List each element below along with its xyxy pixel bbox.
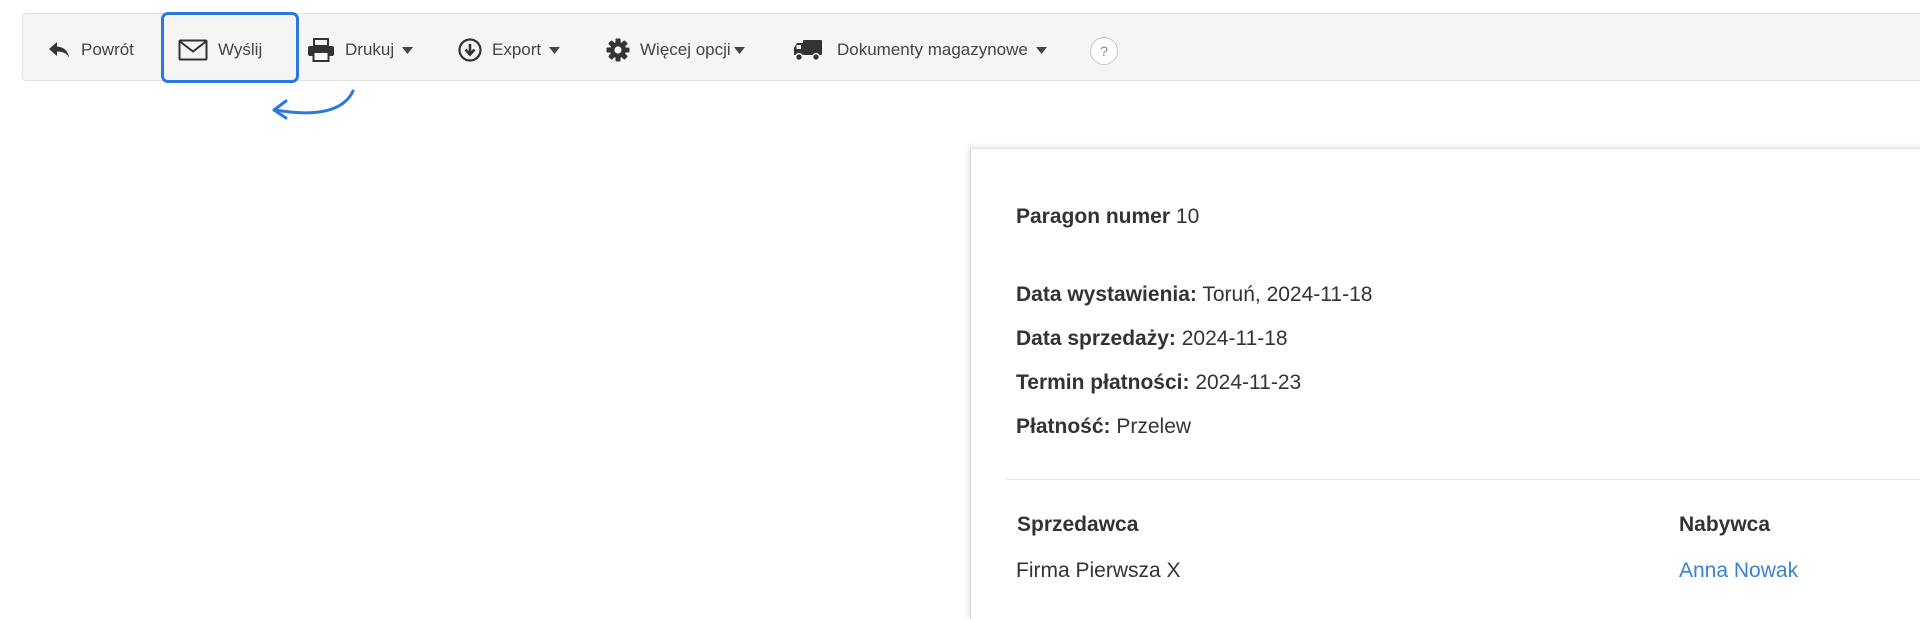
sale-date-value: 2024-11-18	[1181, 327, 1288, 350]
issue-date-label: Data wystawienia:	[1016, 283, 1197, 306]
caret-down-icon	[549, 46, 561, 54]
due-date-row: Termin płatności: 2024-11-23	[1016, 371, 1301, 395]
receipt-document: Paragon numer 10 Data wystawienia: Toruń…	[970, 148, 1920, 619]
download-circle-icon	[458, 38, 482, 62]
more-options-label: Więcej opcji	[640, 40, 731, 59]
back-label: Powrót	[81, 40, 134, 59]
sale-date-label: Data sprzedaży:	[1016, 327, 1176, 350]
curved-arrow-icon	[272, 89, 355, 120]
question-icon: ?	[1100, 43, 1108, 59]
toolbar: Powrót Wyślij Drukuj Export Więcej opcji…	[22, 13, 1920, 81]
issue-date-row: Data wystawienia: Toruń, 2024-11-18	[1016, 283, 1372, 307]
issue-date-value: Toruń, 2024-11-18	[1202, 283, 1373, 306]
truck-icon	[794, 40, 822, 62]
document-title-label: Paragon numer	[1016, 205, 1171, 228]
sale-date-row: Data sprzedaży: 2024-11-18	[1016, 327, 1288, 351]
due-date-value: 2024-11-23	[1195, 371, 1302, 394]
printer-icon	[308, 38, 334, 62]
more-options-button[interactable]: Więcej opcji	[606, 38, 745, 62]
document-title: Paragon numer 10	[1016, 205, 1199, 229]
payment-row: Płatność: Przelew	[1016, 415, 1191, 439]
warehouse-documents-label: Dokumenty magazynowe	[837, 40, 1028, 59]
payment-label: Płatność:	[1016, 415, 1111, 438]
document-number: 10	[1175, 205, 1200, 228]
send-highlight-frame	[161, 12, 299, 83]
gear-icon	[606, 38, 630, 62]
buyer-name-link[interactable]: Anna Nowak	[1679, 559, 1798, 583]
payment-value: Przelew	[1116, 415, 1192, 438]
print-button[interactable]: Drukuj	[307, 38, 414, 62]
warehouse-documents-button[interactable]: Dokumenty magazynowe	[793, 38, 1047, 62]
back-button[interactable]: Powrót	[47, 38, 134, 62]
caret-down-icon	[733, 46, 745, 54]
export-label: Export	[492, 40, 542, 59]
caret-down-icon	[1035, 46, 1047, 54]
section-divider	[1006, 479, 1920, 480]
print-label: Drukuj	[345, 40, 395, 59]
seller-name: Firma Pierwsza X	[1016, 559, 1181, 582]
buyer-heading: Nabywca	[1679, 513, 1771, 536]
reply-icon	[49, 42, 69, 58]
seller-heading: Sprzedawca	[1017, 513, 1139, 536]
export-button[interactable]: Export	[458, 38, 561, 62]
due-date-label: Termin płatności:	[1016, 371, 1190, 394]
help-button[interactable]: ?	[1090, 37, 1118, 65]
caret-down-icon	[402, 46, 414, 54]
